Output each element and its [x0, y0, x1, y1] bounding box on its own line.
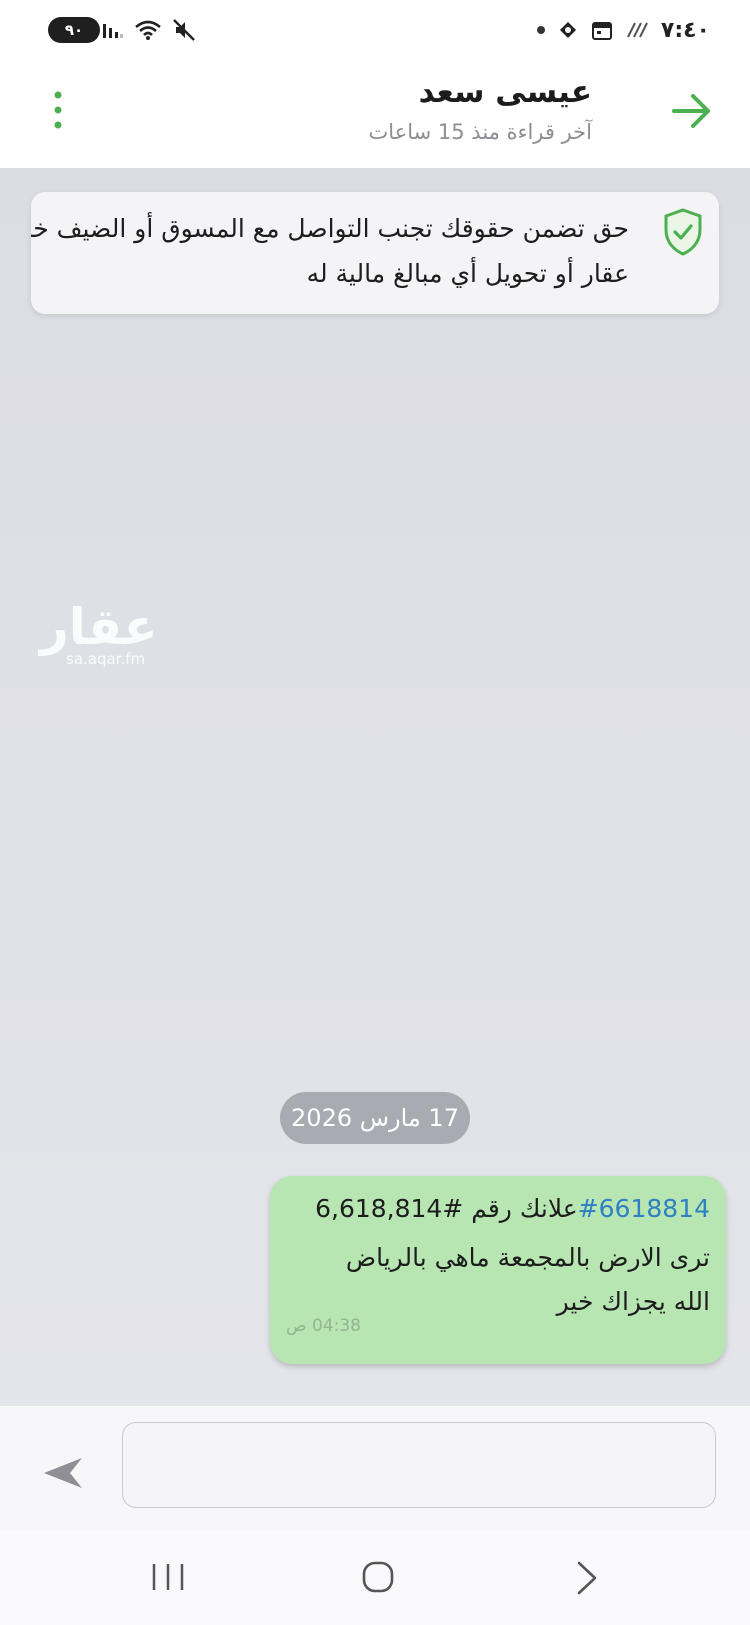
recents-icon[interactable] [150, 1562, 186, 1592]
message-bubble[interactable]: #6618814علانك رقم #6,618,814 ترى الارض ب… [270, 1176, 726, 1364]
contact-name[interactable]: عيسى سعد [419, 74, 592, 110]
wifi-icon [135, 20, 161, 40]
back-arrow-icon[interactable] [668, 88, 714, 134]
date-separator: 17 مارس 2026 [280, 1092, 470, 1144]
safety-notice: حق تضمن حقوقك تجنب التواصل مع المسوق أو … [31, 192, 719, 314]
home-icon[interactable] [361, 1560, 395, 1594]
chat-area[interactable]: حق تضمن حقوقك تجنب التواصل مع المسوق أو … [0, 168, 750, 1406]
message-ad-line: #6618814علانك رقم #6,618,814 [315, 1194, 710, 1223]
mute-icon [173, 19, 195, 41]
notification-dot-icon [536, 26, 545, 34]
aqar-watermark: عقار sa.aqar.fm [40, 598, 158, 668]
ad-label: علانك رقم # [442, 1194, 578, 1223]
message-body: ترى الارض بالمجمعة ماهي بالرياض الله يجز… [346, 1236, 710, 1324]
ad-hashtag-link[interactable]: #6618814 [578, 1194, 710, 1223]
chat-header: عيسى سعد آخر قراءة منذ 15 ساعات [0, 60, 750, 169]
signal-icon [103, 24, 123, 38]
data-icon [627, 22, 648, 38]
watermark-domain: sa.aqar.fm [66, 650, 146, 668]
message-body-line: الله يجزاك خير [556, 1287, 710, 1316]
app-notification-icon [559, 22, 576, 38]
message-timestamp: 04:38 ص [286, 1316, 361, 1336]
watermark-brand: عقار [40, 598, 158, 656]
message-input[interactable] [122, 1422, 716, 1508]
shield-check-icon [664, 208, 702, 256]
calendar-icon [591, 22, 612, 40]
safety-notice-text: حق تضمن حقوقك تجنب التواصل مع المسوق أو … [31, 214, 629, 288]
clock: ٧:٤٠ [660, 17, 710, 43]
ad-number: 6,618,814 [315, 1194, 443, 1223]
battery-indicator: ٩٠ [48, 17, 100, 43]
system-navigation-bar [0, 1530, 750, 1625]
message-body-line: ترى الارض بالمجمعة ماهي بالرياض [345, 1243, 710, 1272]
nav-back-icon[interactable] [575, 1560, 599, 1596]
more-options-icon[interactable] [48, 90, 68, 130]
message-composer [0, 1406, 750, 1530]
send-icon[interactable] [40, 1454, 86, 1492]
last-seen-status: آخر قراءة منذ 15 ساعات [368, 120, 592, 144]
status-bar: ٩٠ ٧:٤٠ [0, 0, 750, 60]
